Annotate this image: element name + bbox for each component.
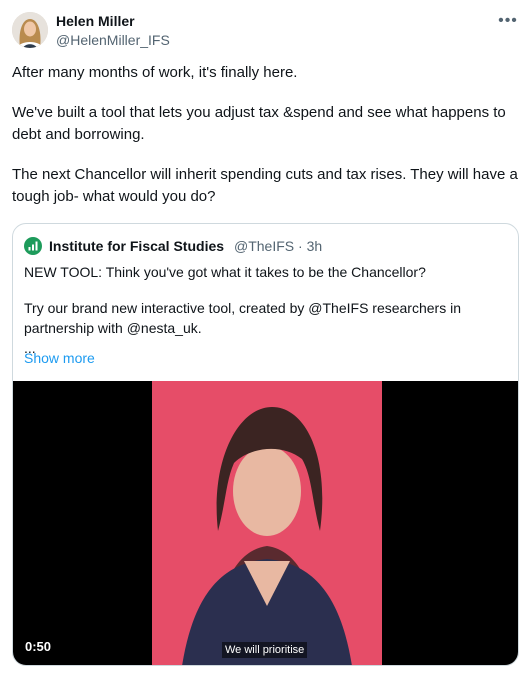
show-more-link[interactable]: Show more <box>24 350 95 366</box>
meta-separator: · <box>298 238 303 254</box>
video-frame <box>152 381 382 665</box>
video-duration: 0:50 <box>25 639 52 654</box>
more-options-button[interactable]: ••• <box>496 12 520 32</box>
post-paragraph: After many months of work, it's finally … <box>12 64 298 81</box>
avatar[interactable] <box>12 12 48 48</box>
ifs-logo-icon[interactable] <box>24 237 42 255</box>
video-thumbnail <box>152 381 382 665</box>
quoted-post-header: Institute for Fiscal Studies @TheIFS · 3… <box>24 236 508 256</box>
post-text: After many months of work, it's finally … <box>12 62 520 226</box>
org-handle[interactable]: @TheIFS <box>234 238 294 254</box>
video-player[interactable]: 0:50 We will prioritise <box>13 381 518 665</box>
post-paragraph: We've built a tool that lets you adjust … <box>12 104 506 143</box>
org-meta: @TheIFS · 3h <box>234 238 322 254</box>
post-header: Helen Miller @HelenMiller_IFS ••• <box>12 10 520 50</box>
quoted-paragraph: Try our brand new interactive tool, crea… <box>24 300 461 336</box>
more-horizontal-icon: ••• <box>498 12 518 29</box>
org-name[interactable]: Institute for Fiscal Studies <box>49 238 224 254</box>
quoted-post[interactable]: Institute for Fiscal Studies @TheIFS · 3… <box>12 223 519 666</box>
video-caption: We will prioritise <box>222 642 308 658</box>
quoted-text: NEW TOOL: Think you've got what it takes… <box>24 262 509 356</box>
quoted-paragraph: NEW TOOL: Think you've got what it takes… <box>24 264 426 280</box>
post-paragraph: The next Chancellor will inherit spendin… <box>12 166 518 205</box>
author-name[interactable]: Helen Miller <box>56 13 135 29</box>
author-handle[interactable]: @HelenMiller_IFS <box>56 32 170 48</box>
post-time[interactable]: 3h <box>307 238 323 254</box>
ellipsis: ... <box>24 340 36 356</box>
